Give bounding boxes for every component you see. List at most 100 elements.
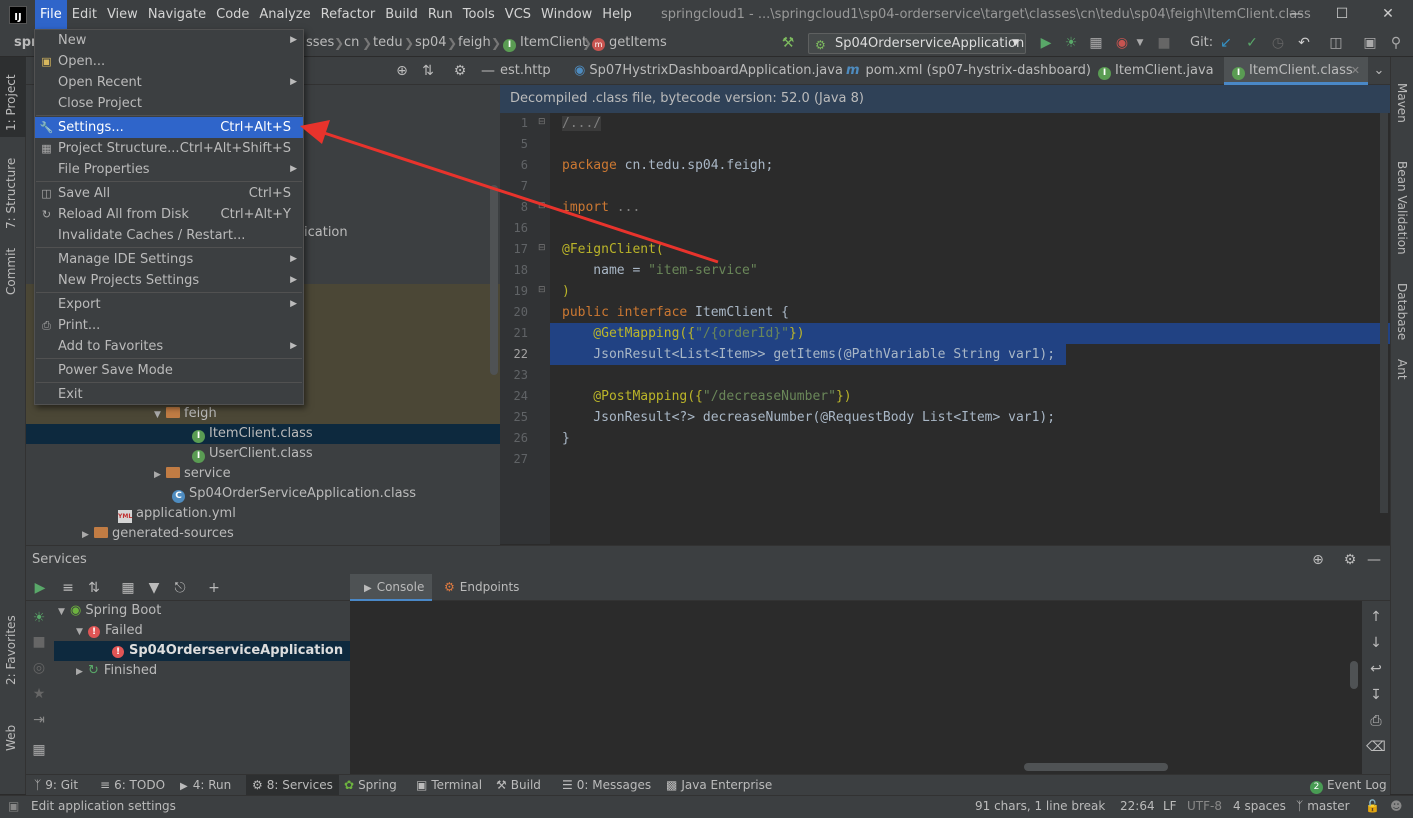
- fold-icon[interactable]: ⊟: [538, 201, 546, 211]
- lock-icon[interactable]: 🔓: [1365, 796, 1380, 817]
- gear-icon[interactable]: ⚙: [450, 61, 470, 81]
- menu-file[interactable]: File: [35, 0, 67, 29]
- chevron-down-icon[interactable]: ▼: [1130, 33, 1150, 53]
- tool-tab-commit[interactable]: Commit: [4, 248, 18, 295]
- tool-build[interactable]: ⚒ Build: [496, 775, 541, 796]
- tab-itemclient-class[interactable]: I ItemClient.class ✕: [1224, 57, 1368, 85]
- expand-all-icon[interactable]: ≡: [58, 578, 78, 598]
- profile-icon[interactable]: ◉: [1112, 33, 1132, 53]
- breadcrumb-tedu[interactable]: tedu: [373, 29, 403, 57]
- git-commit-icon[interactable]: ✓: [1242, 33, 1262, 53]
- tree-row-application-class[interactable]: C Sp04OrderServiceApplication.class: [26, 484, 500, 504]
- collapsed-arrow-icon[interactable]: ▶: [82, 525, 94, 545]
- status-branch[interactable]: ᛉ master: [1296, 796, 1350, 817]
- camera-icon[interactable]: ◎: [29, 658, 49, 678]
- menu-item-close-project[interactable]: Close Project: [35, 93, 303, 114]
- editor-scrollbar[interactable]: [1380, 113, 1388, 513]
- tool-spring[interactable]: ✿ Spring: [344, 775, 397, 796]
- close-tab-icon[interactable]: ✕: [1351, 57, 1360, 85]
- menu-item-export[interactable]: Export ▶: [35, 294, 303, 315]
- svc-row-failed[interactable]: ▼! Failed: [54, 621, 376, 641]
- tree-row-itemclient[interactable]: I ItemClient.class: [26, 424, 500, 444]
- tool-todo[interactable]: ≡ 6: TODO: [100, 775, 165, 796]
- tab-rest-http[interactable]: est.http: [500, 57, 551, 85]
- login-icon[interactable]: ⇥: [29, 710, 49, 730]
- inspection-icon[interactable]: ☻: [1390, 796, 1403, 817]
- breadcrumb-itemclient[interactable]: I ItemClient: [503, 29, 587, 57]
- menu-item-print[interactable]: ⎙ Print...: [35, 315, 303, 336]
- debug-icon[interactable]: ☀: [1061, 33, 1081, 53]
- svc-row-orderservice[interactable]: ! Sp04OrderserviceApplication: [54, 641, 376, 661]
- tool-tab-maven[interactable]: Maven: [1395, 83, 1409, 123]
- tool-tab-structure[interactable]: 7: Structure: [4, 158, 18, 229]
- tab-endpoints[interactable]: ⚙ Endpoints: [444, 574, 519, 601]
- collapsed-arrow-icon[interactable]: ▶: [76, 662, 88, 682]
- stop-icon[interactable]: ■: [29, 632, 49, 652]
- menu-item-save-all[interactable]: ◫ Save All Ctrl+S: [35, 183, 303, 204]
- expanded-arrow-icon[interactable]: ▼: [154, 405, 166, 425]
- menu-help[interactable]: Help: [597, 0, 637, 29]
- status-indent[interactable]: 4 spaces: [1233, 796, 1286, 817]
- tool-tab-bean-validation[interactable]: Bean Validation: [1395, 161, 1409, 255]
- locate-icon[interactable]: ⊕: [392, 61, 412, 81]
- menu-vcs[interactable]: VCS: [500, 0, 536, 29]
- status-caret-position[interactable]: 22:64: [1120, 796, 1155, 817]
- tree-row-userclient[interactable]: I UserClient.class: [26, 444, 500, 464]
- fold-icon[interactable]: ⊟: [538, 117, 546, 127]
- rollback-icon[interactable]: ↶: [1294, 33, 1314, 53]
- coverage-icon[interactable]: ▦: [1086, 33, 1106, 53]
- menu-run[interactable]: Run: [423, 0, 458, 29]
- tool-git[interactable]: ᛉ 9: Git: [34, 775, 78, 796]
- tool-java-enterprise[interactable]: ▩ Java Enterprise: [666, 775, 772, 796]
- arrow-down-icon[interactable]: ↓: [1366, 633, 1386, 653]
- menu-item-manage-ide-settings[interactable]: Manage IDE Settings ▶: [35, 249, 303, 270]
- menu-item-project-structure[interactable]: ▦ Project Structure... Ctrl+Alt+Shift+S: [35, 138, 303, 159]
- tab-pom-xml[interactable]: m pom.xml (sp07-hystrix-dashboard): [846, 57, 1091, 85]
- breadcrumb-cn[interactable]: cn: [344, 29, 359, 57]
- menu-item-open-recent[interactable]: Open Recent ▶: [35, 72, 303, 93]
- menu-window[interactable]: Window: [536, 0, 597, 29]
- breadcrumb-feigh[interactable]: feigh: [458, 29, 491, 57]
- status-layout-icon[interactable]: ▣: [8, 796, 19, 817]
- tab-itemclient-java[interactable]: I ItemClient.java: [1098, 57, 1214, 85]
- status-line-separator[interactable]: LF: [1163, 796, 1177, 817]
- hide-icon[interactable]: —: [1364, 550, 1384, 570]
- folded-comment[interactable]: /.../: [562, 116, 602, 131]
- console-scrollbar[interactable]: [1350, 661, 1358, 689]
- collapsed-arrow-icon[interactable]: ▶: [154, 465, 166, 485]
- arrow-up-icon[interactable]: ↑: [1366, 607, 1386, 627]
- collapse-all-icon[interactable]: ⇅: [418, 61, 438, 81]
- soft-wrap-icon[interactable]: ↩: [1366, 659, 1386, 679]
- menu-build[interactable]: Build: [380, 0, 423, 29]
- menu-item-new[interactable]: New ▶: [35, 30, 303, 51]
- menu-item-open[interactable]: ▣ Open...: [35, 51, 303, 72]
- tree-row-service[interactable]: ▶ service: [26, 464, 500, 484]
- gear-icon[interactable]: ⚙: [1340, 550, 1360, 570]
- build-hammer-icon[interactable]: ⚒: [778, 33, 798, 53]
- run-icon[interactable]: ▶: [1036, 33, 1056, 53]
- menu-tools[interactable]: Tools: [458, 0, 500, 29]
- tool-messages[interactable]: ☰ 0: Messages: [562, 775, 651, 796]
- menu-refactor[interactable]: Refactor: [316, 0, 381, 29]
- tree-row-feigh[interactable]: ▼ feigh: [26, 404, 500, 424]
- expanded-arrow-icon[interactable]: ▼: [76, 622, 88, 642]
- tool-terminal[interactable]: ▣ Terminal: [416, 775, 482, 796]
- svc-row-spring-boot[interactable]: ▼ ◉ Spring Boot: [54, 601, 376, 621]
- menu-view[interactable]: View: [102, 0, 143, 29]
- tab-list-chevron-icon[interactable]: ⌄: [1368, 57, 1390, 85]
- menu-item-exit[interactable]: Exit: [35, 384, 303, 405]
- tool-tab-favorites[interactable]: 2: Favorites: [4, 615, 18, 685]
- layout-icon[interactable]: ▣: [1360, 33, 1380, 53]
- close-icon[interactable]: ✕: [1365, 0, 1411, 29]
- breadcrumb-sp04[interactable]: sp04: [415, 29, 447, 57]
- menu-code[interactable]: Code: [211, 0, 254, 29]
- breadcrumb-classes[interactable]: sses: [306, 29, 334, 57]
- status-encoding[interactable]: UTF-8: [1187, 796, 1222, 817]
- layout-icon[interactable]: ▦: [29, 740, 49, 760]
- fold-icon[interactable]: ⊟: [538, 285, 546, 295]
- group-by-icon[interactable]: ▦: [118, 578, 138, 598]
- tab-console[interactable]: ▶ Console: [350, 574, 432, 601]
- tool-services[interactable]: ⚙ 8: Services: [246, 775, 339, 796]
- menu-item-power-save-mode[interactable]: Power Save Mode: [35, 360, 303, 381]
- run-configuration-dropdown[interactable]: ⚙ Sp04OrderserviceApplication ▼: [808, 33, 1026, 54]
